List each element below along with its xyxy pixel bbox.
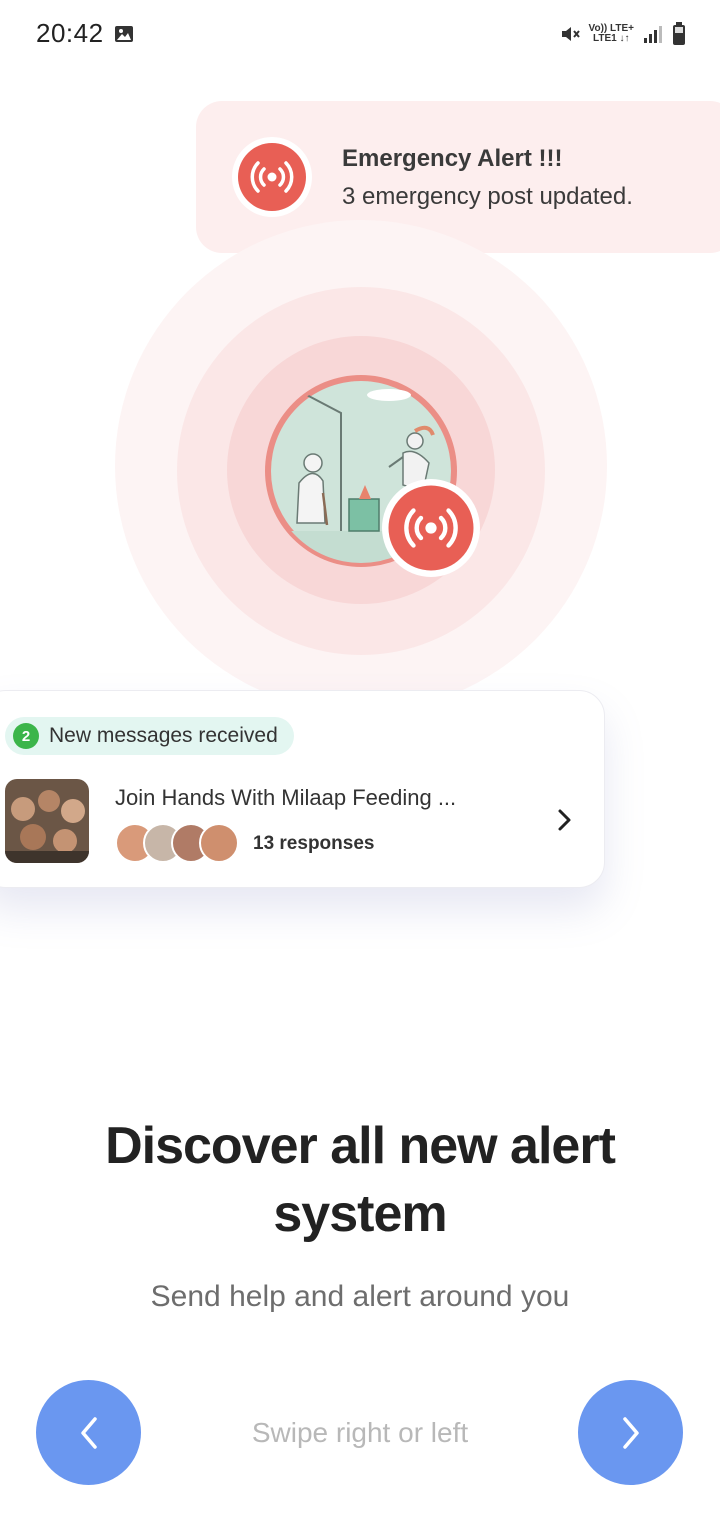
avatar	[199, 823, 239, 863]
signal-icon	[644, 26, 662, 43]
previous-button[interactable]	[36, 1380, 141, 1485]
post-thumbnail	[5, 779, 89, 863]
hero-broadcast-badge	[382, 479, 480, 577]
new-messages-label: New messages received	[49, 724, 278, 747]
next-button[interactable]	[578, 1380, 683, 1485]
status-icons: Vo)) LTE+ LTE1 ↓↑	[559, 20, 686, 48]
alert-title: Emergency Alert !!!	[342, 145, 563, 172]
responder-avatars	[115, 823, 245, 863]
chevron-left-icon	[80, 1416, 97, 1449]
status-bar: 20:42 Vo)) LTE+ LTE1 ↓↑	[0, 0, 720, 70]
onboarding-subtitle: Send help and alert around you	[150, 1280, 570, 1313]
network-line-bottom: LTE1 ↓↑	[593, 33, 630, 44]
broadcast-icon	[388, 485, 474, 571]
broadcast-icon	[238, 143, 306, 211]
hero-illustration	[115, 220, 607, 712]
post-title: Join Hands With Milaap Feeding ...	[115, 785, 457, 810]
responses-count: 13 responses	[253, 833, 375, 854]
alert-icon-badge	[232, 137, 312, 217]
message-count-badge: 2	[13, 723, 39, 749]
status-time: 20:42	[36, 18, 104, 48]
chevron-right-icon	[622, 1416, 639, 1449]
chevron-right-icon[interactable]	[553, 805, 577, 835]
network-indicator: Vo)) LTE+ LTE1 ↓↑	[589, 24, 634, 44]
new-messages-badge: 2 New messages received	[5, 717, 294, 755]
gallery-icon	[115, 26, 133, 42]
battery-icon	[673, 22, 685, 45]
alert-subtitle: 3 emergency post updated.	[342, 183, 633, 210]
swipe-hint: Swipe right or left	[251, 1417, 469, 1448]
onboarding-headline: Discover all new alert system	[105, 1117, 616, 1243]
new-messages-card[interactable]: 2 New messages received Join Hands With …	[0, 690, 605, 888]
mute-icon	[561, 27, 580, 41]
